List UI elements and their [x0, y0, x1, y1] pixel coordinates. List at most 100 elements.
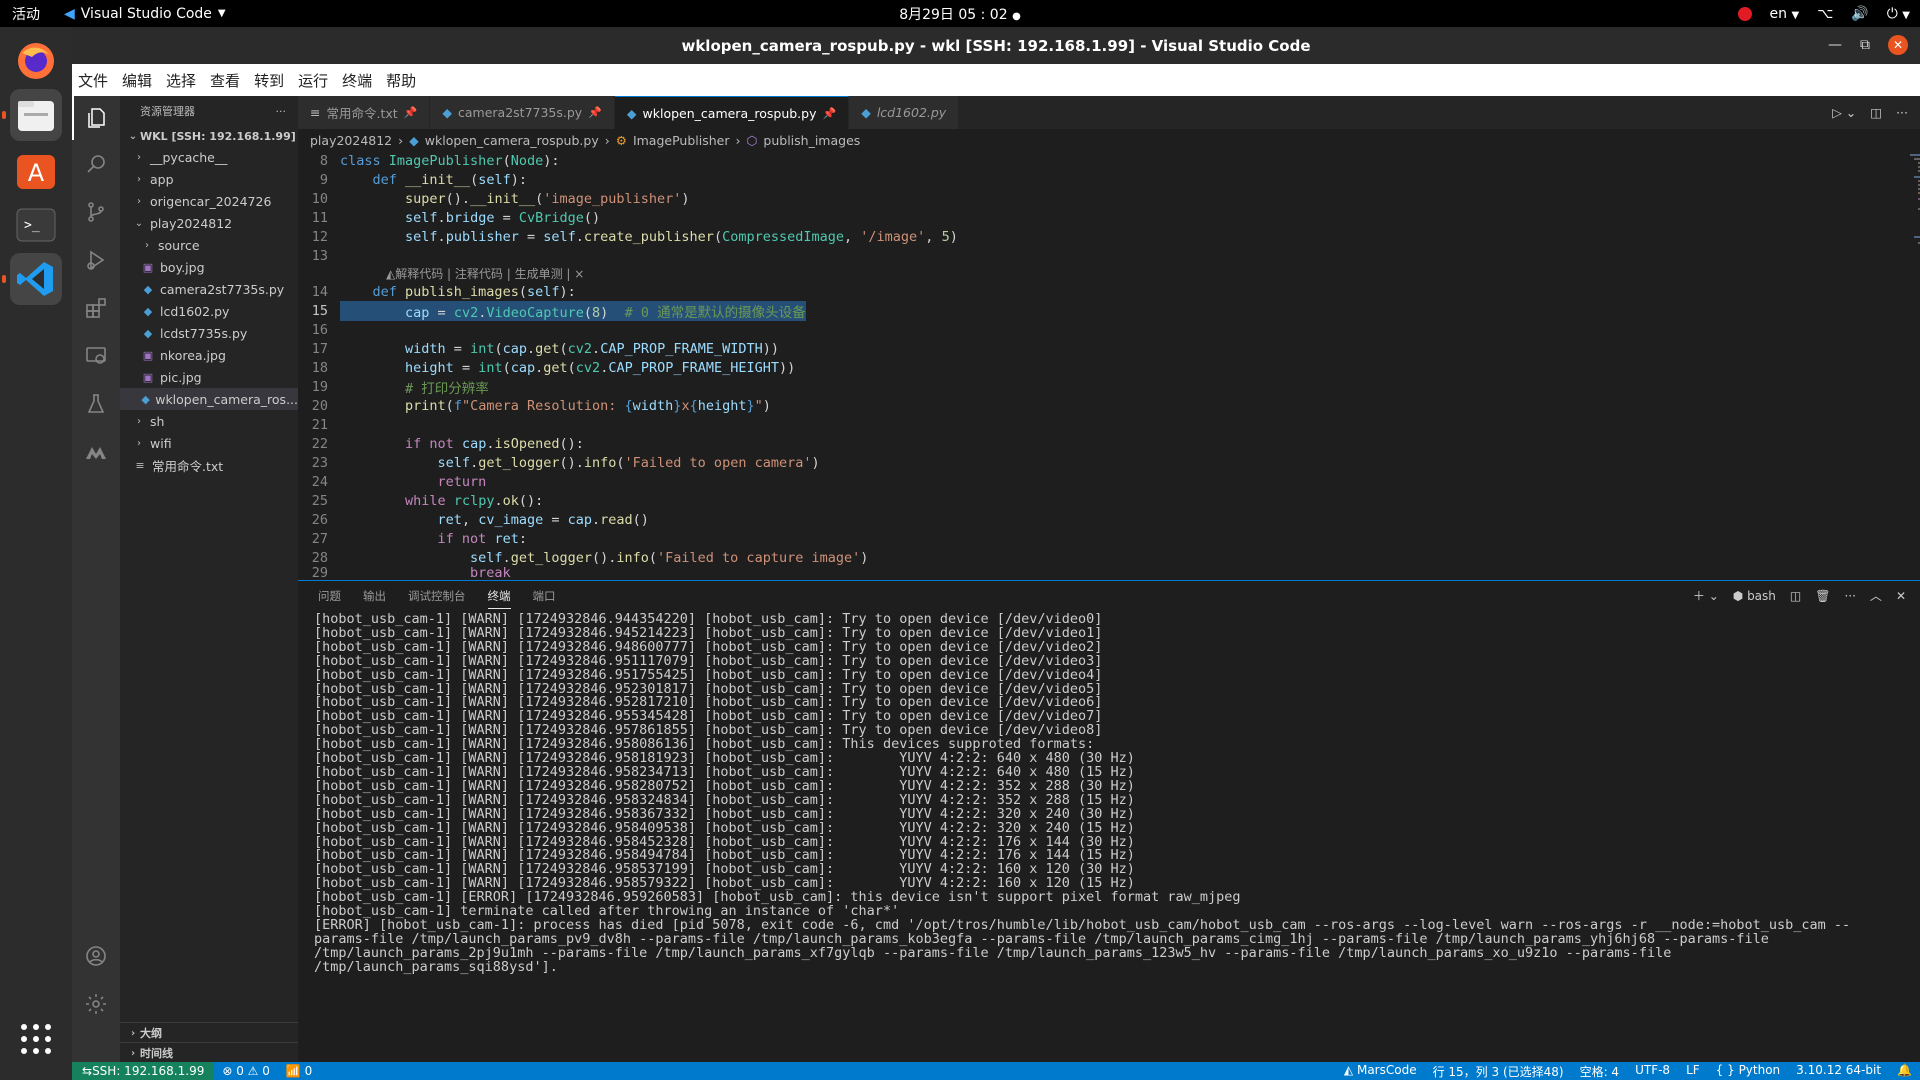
terminal-app-icon[interactable]: >_: [10, 199, 62, 251]
code-line: 23 self. get_logger (). info('Failed to ope…: [311, 454, 820, 471]
ports-indicator[interactable]: 📶 0: [278, 1064, 320, 1078]
firefox-icon[interactable]: [10, 35, 62, 87]
minimize-button[interactable]: —: [1828, 37, 1842, 53]
marscode-icon[interactable]: [72, 430, 120, 474]
volume-icon[interactable]: 🔊: [1851, 6, 1868, 22]
marscode-status[interactable]: ◭ MarsCode: [1336, 1063, 1425, 1080]
code-line: 19 # 打印分辨率: [311, 378, 489, 397]
pin-icon[interactable]: 📌: [404, 106, 418, 119]
tab-wklopen-camera-rospub[interactable]: ◆ wklopen_camera_rospub.py 📌: [614, 96, 850, 129]
app-menu[interactable]: ◀ Visual Studio Code ▼: [64, 6, 226, 22]
code-line: 9 def __init__(self):: [319, 171, 527, 188]
tab-problems[interactable]: 问题: [318, 588, 341, 604]
activities-button[interactable]: 活动: [0, 4, 52, 24]
terminal-output[interactable]: [hobot_usb_cam-1] [WARN] [1724932846.944…: [298, 611, 1920, 975]
tree-folder[interactable]: › __pycache__: [120, 146, 298, 168]
clock[interactable]: 8月29日 05 : 02 ●: [850, 4, 1070, 24]
menu-go[interactable]: 转到: [254, 70, 284, 91]
menu-view[interactable]: 查看: [210, 70, 240, 91]
show-apps-icon[interactable]: [14, 1017, 58, 1061]
codelens-actions[interactable]: ◭ 解释代码 | 注释代码 | 生成单测 | ×: [298, 265, 1920, 282]
tree-folder[interactable]: ⌄ play2024812: [120, 212, 298, 234]
do-not-disturb-icon[interactable]: [1737, 6, 1752, 21]
tab-output[interactable]: 输出: [363, 588, 386, 604]
tree-file[interactable]: ▣ nkorea.jpg: [120, 344, 298, 366]
more-actions-icon[interactable]: ···: [276, 105, 287, 118]
maximize-button[interactable]: ⧉: [1860, 37, 1870, 53]
language-mode[interactable]: { } Python: [1708, 1063, 1789, 1080]
vscode-app-icon[interactable]: [2, 253, 62, 305]
network-icon[interactable]: ⌥: [1817, 6, 1833, 22]
tree-folder[interactable]: › wifi: [120, 432, 298, 454]
terminal-shell-selector[interactable]: ⬢ bash: [1733, 589, 1776, 603]
tree-file[interactable]: ▣ pic.jpg: [120, 366, 298, 388]
code-line: 24 return: [311, 473, 487, 490]
breadcrumb-file[interactable]: wklopen_camera_rospub.py: [425, 133, 599, 148]
source-control-icon[interactable]: [72, 190, 120, 234]
tab-commands-txt[interactable]: ≡ 常用命令.txt 📌: [298, 96, 431, 129]
tree-file[interactable]: ◆ camera2st7735s.py: [120, 278, 298, 300]
pin-icon[interactable]: 📌: [588, 106, 602, 119]
more-actions-icon[interactable]: ···: [1896, 105, 1908, 120]
remote-explorer-icon[interactable]: [72, 334, 120, 378]
end-of-line[interactable]: LF: [1678, 1063, 1708, 1080]
tab-lcd1602[interactable]: ◆ lcd1602.py: [849, 96, 960, 129]
notifications-bell-icon[interactable]: 🔔: [1889, 1063, 1920, 1080]
new-terminal-icon[interactable]: ＋ ⌄: [1693, 587, 1719, 604]
maximize-panel-icon[interactable]: ︿: [1870, 587, 1882, 604]
trash-icon[interactable]: 🗑: [1815, 589, 1830, 603]
split-editor-icon[interactable]: ◫: [1870, 105, 1882, 120]
breadcrumb-folder[interactable]: play2024812: [310, 133, 392, 148]
testing-icon[interactable]: [72, 382, 120, 426]
cursor-position[interactable]: 行 15，列 3 (已选择48): [1425, 1063, 1572, 1080]
tree-file[interactable]: ◆ lcd1602.py: [120, 300, 298, 322]
explorer-icon[interactable]: [72, 96, 120, 140]
remote-indicator[interactable]: ⇆ SSH: 192.168.1.99: [72, 1062, 215, 1080]
tab-camera2st7735s[interactable]: ◆ camera2st7735s.py 📌: [430, 96, 615, 129]
tab-ports[interactable]: 端口: [533, 588, 556, 604]
run-python-icon[interactable]: ▷ ⌄: [1832, 105, 1856, 120]
timeline-section[interactable]: › 时间线: [120, 1042, 298, 1063]
tree-folder[interactable]: › sh: [120, 410, 298, 432]
problems-indicator[interactable]: ⊗ 0 ⚠ 0: [214, 1064, 278, 1078]
encoding[interactable]: UTF-8: [1627, 1063, 1678, 1080]
tree-folder[interactable]: › source: [120, 234, 298, 256]
breadcrumb-method[interactable]: publish_images: [763, 133, 860, 148]
files-icon[interactable]: [2, 89, 62, 141]
tree-folder[interactable]: › app: [120, 168, 298, 190]
tab-debug-console[interactable]: 调试控制台: [408, 588, 466, 604]
more-actions-icon[interactable]: ···: [1844, 589, 1855, 603]
menu-help[interactable]: 帮助: [386, 70, 416, 91]
minimap[interactable]: [1908, 151, 1920, 251]
search-icon[interactable]: [72, 142, 120, 186]
code-editor[interactable]: 8 class ImagePublisher(Node): 9 def __ini…: [298, 151, 1920, 580]
split-terminal-icon[interactable]: ◫: [1790, 589, 1801, 603]
menu-run[interactable]: 运行: [298, 70, 328, 91]
tree-file[interactable]: ◆ lcdst7735s.py: [120, 322, 298, 344]
menu-file[interactable]: 文件: [78, 70, 108, 91]
workspace-root[interactable]: ⌄ WKL [SSH: 192.168.1.99]: [120, 126, 298, 146]
run-debug-icon[interactable]: [72, 238, 120, 282]
python-interpreter[interactable]: 3.10.12 64-bit: [1788, 1063, 1889, 1080]
close-window-button[interactable]: ✕: [1888, 35, 1908, 55]
breadcrumb-class[interactable]: ImagePublisher: [633, 133, 730, 148]
accounts-icon[interactable]: [72, 934, 120, 978]
software-center-icon[interactable]: A: [10, 144, 62, 196]
tree-file[interactable]: ≡ 常用命令.txt: [120, 454, 298, 476]
indentation[interactable]: 空格: 4: [1572, 1063, 1628, 1080]
outline-section[interactable]: › 大纲: [120, 1022, 298, 1043]
extensions-icon[interactable]: [72, 286, 120, 330]
tree-file[interactable]: ▣ boy.jpg: [120, 256, 298, 278]
tab-terminal[interactable]: 终端: [487, 588, 511, 609]
pin-icon[interactable]: 📌: [822, 107, 836, 120]
settings-gear-icon[interactable]: [72, 982, 120, 1026]
power-icon[interactable]: ⏻ ▼: [1887, 6, 1910, 22]
menu-selection[interactable]: 选择: [166, 70, 196, 91]
remote-icon: ⇆: [82, 1064, 93, 1078]
close-panel-icon[interactable]: ✕: [1896, 589, 1906, 603]
menu-terminal[interactable]: 终端: [342, 70, 372, 91]
menu-edit[interactable]: 编辑: [122, 70, 152, 91]
language-selector[interactable]: en ▼: [1770, 6, 1800, 22]
tree-file[interactable]: ◆ wklopen_camera_ros...: [120, 388, 298, 410]
tree-folder[interactable]: › origencar_2024726: [120, 190, 298, 212]
